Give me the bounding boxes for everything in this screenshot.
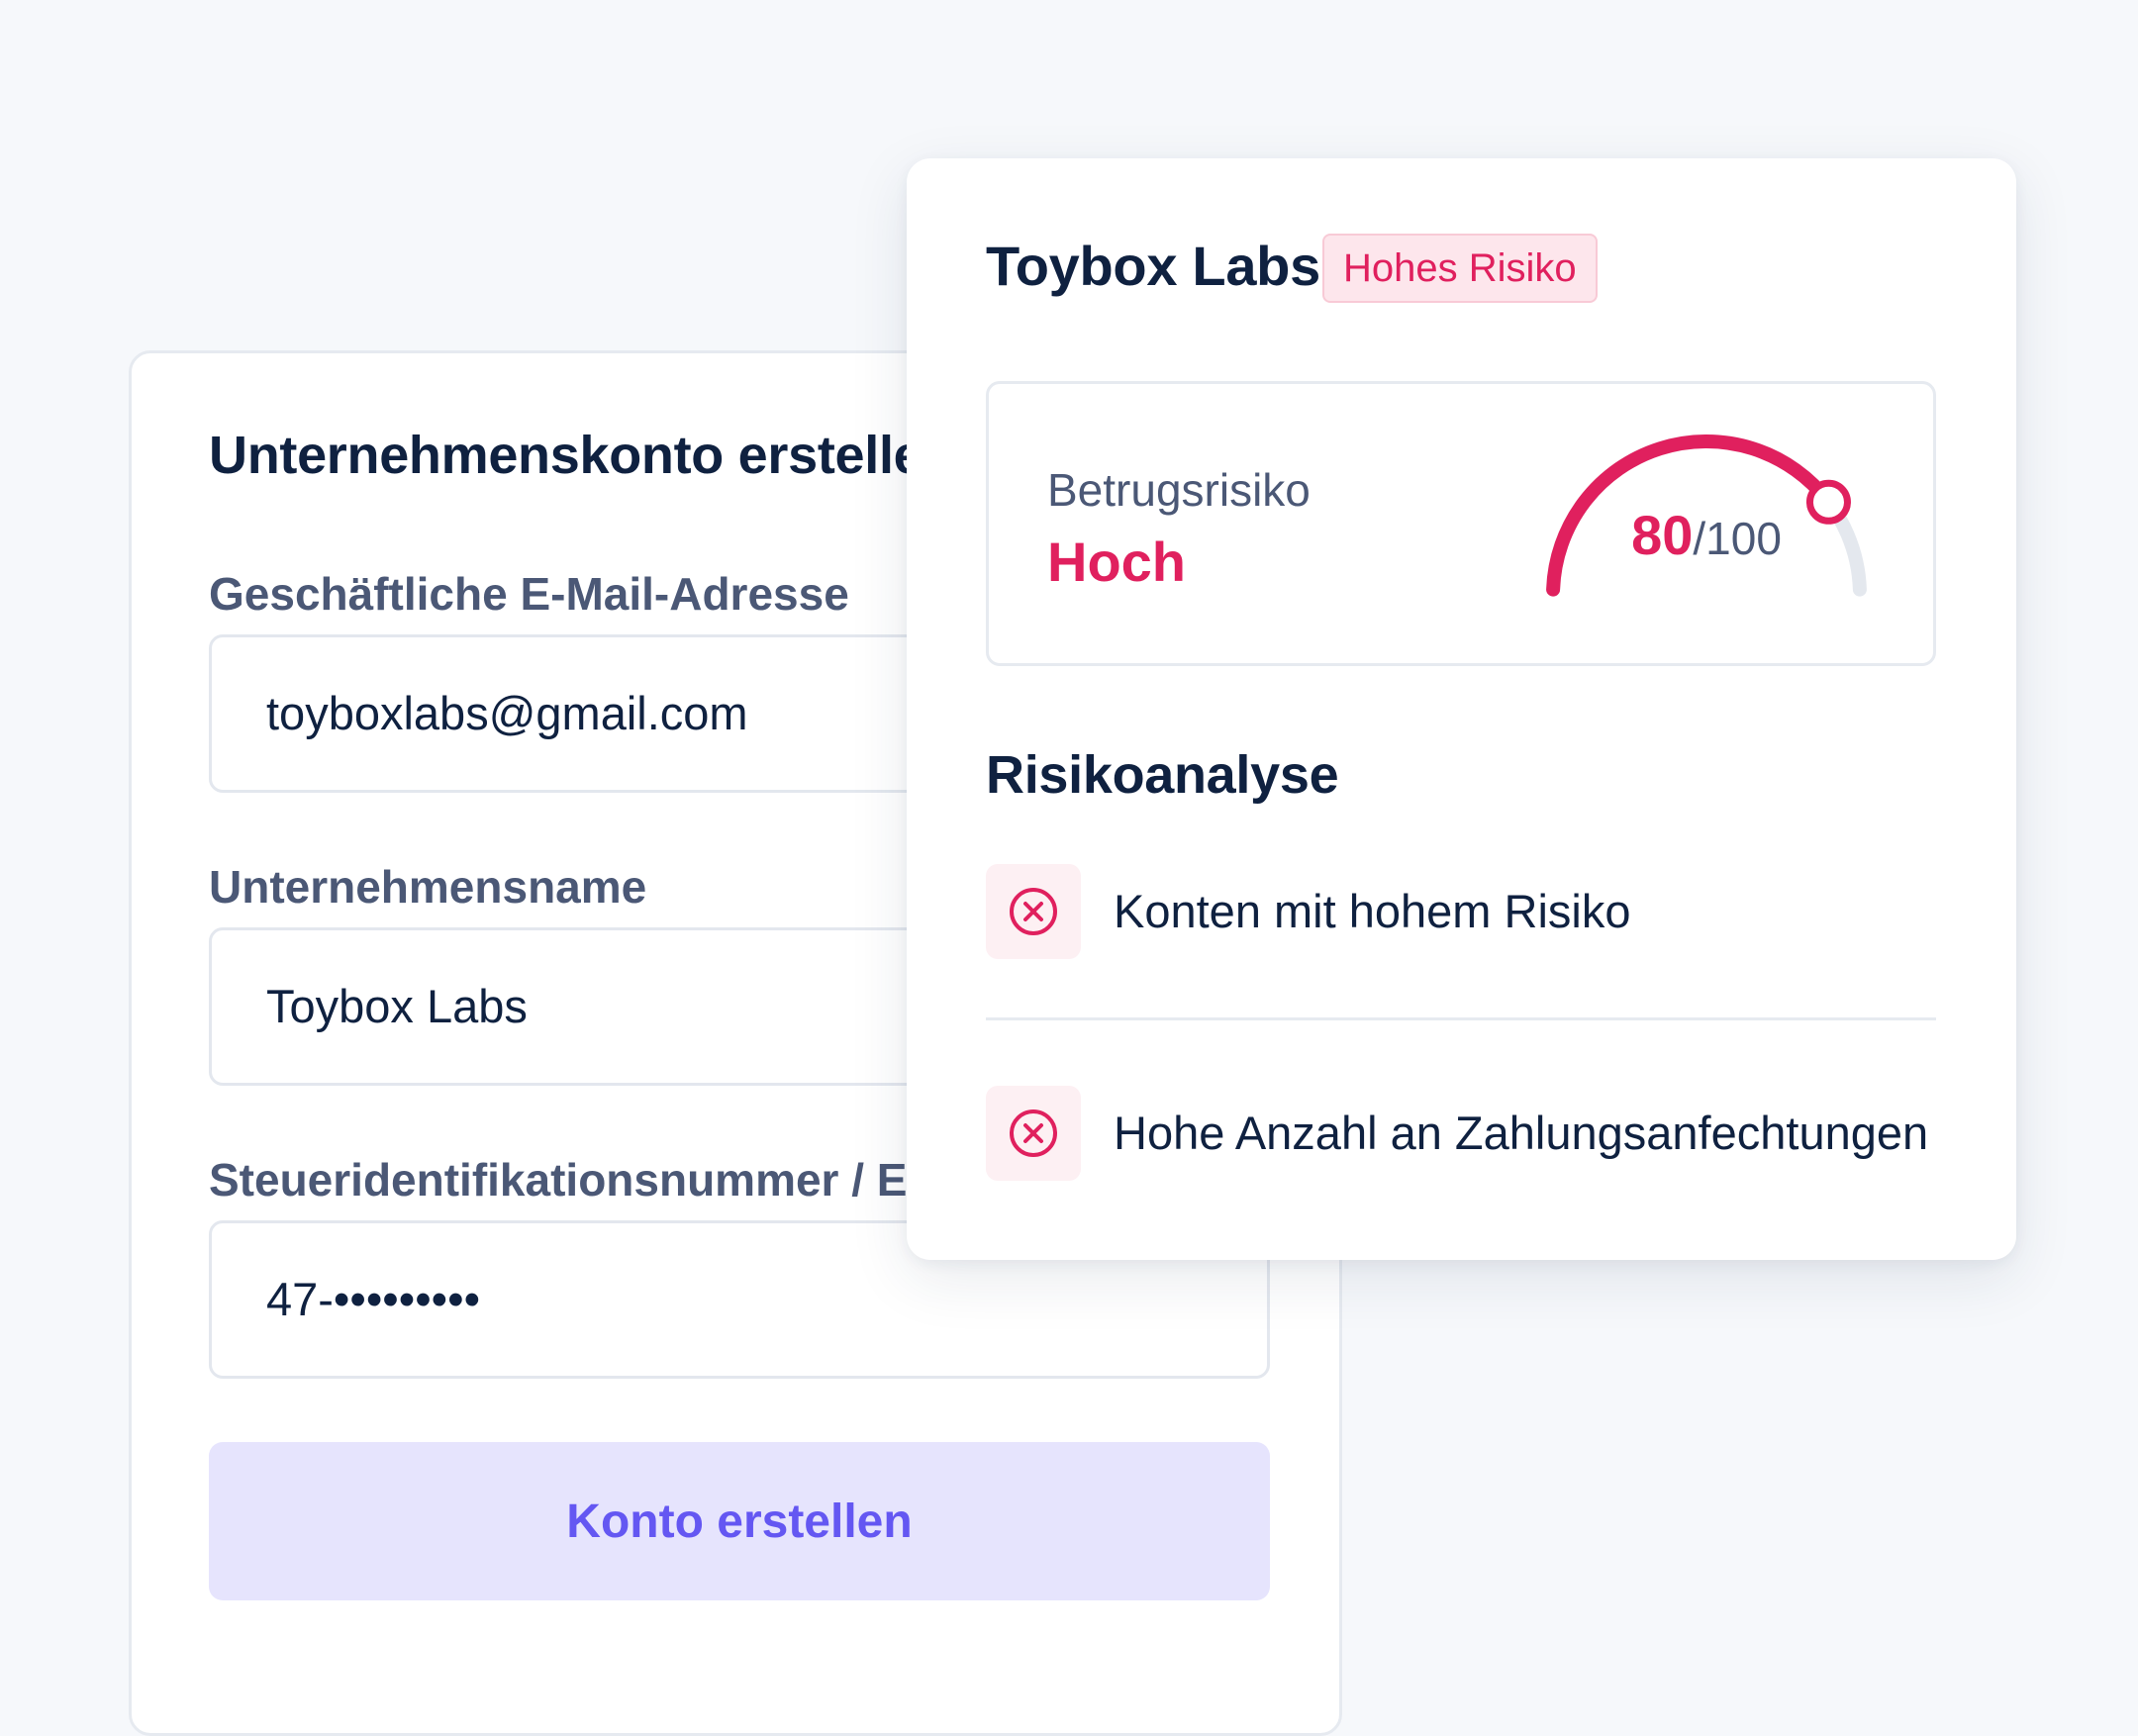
fraud-score-panel: Betrugsrisiko Hoch 80/100 xyxy=(986,381,1936,666)
tax-id-label: Steueridentifikationsnummer / EIN xyxy=(209,1154,953,1206)
risk-factor-item: Hohe Anzahl an Zahlungsanfechtungen xyxy=(986,1086,1936,1181)
risk-factor-item: Konten mit hohem Risiko xyxy=(986,864,1936,959)
score-max: /100 xyxy=(1693,513,1782,564)
score-value: 80 xyxy=(1631,504,1694,566)
company-name-value: Toybox Labs xyxy=(266,980,528,1032)
risk-assessment-card: Toybox Labs Hohes Risiko Betrugsrisiko H… xyxy=(907,158,2016,1260)
risk-factor-text: Konten mit hohem Risiko xyxy=(1114,885,1631,937)
tax-id-value: 47-••••••••• xyxy=(266,1273,481,1325)
x-circle-icon xyxy=(1010,888,1057,935)
email-value: toyboxlabs@gmail.com xyxy=(266,687,748,739)
risk-factor-text: Hohe Anzahl an Zahlungsanfechtungen xyxy=(1114,1107,1929,1159)
email-label: Geschäftliche E-Mail-Adresse xyxy=(209,568,849,620)
risk-icon-tile xyxy=(986,864,1081,959)
create-account-button[interactable]: Konto erstellen xyxy=(209,1442,1270,1600)
risk-analysis-title: Risikoanalyse xyxy=(986,745,1339,805)
risk-status-badge: Hohes Risiko xyxy=(1322,234,1598,303)
x-circle-icon xyxy=(1010,1109,1057,1157)
score-readout: 80/100 xyxy=(1622,503,1791,567)
divider xyxy=(986,1017,1936,1020)
company-name-label: Unternehmensname xyxy=(209,861,647,913)
fraud-score-level: Hoch xyxy=(1047,530,1186,593)
gauge-knob xyxy=(1805,479,1851,525)
risk-icon-tile xyxy=(986,1086,1081,1181)
risk-company-name: Toybox Labs xyxy=(986,235,1320,297)
form-title: Unternehmenskonto erstellen xyxy=(209,426,956,485)
fraud-score-label: Betrugsrisiko xyxy=(1047,464,1311,516)
